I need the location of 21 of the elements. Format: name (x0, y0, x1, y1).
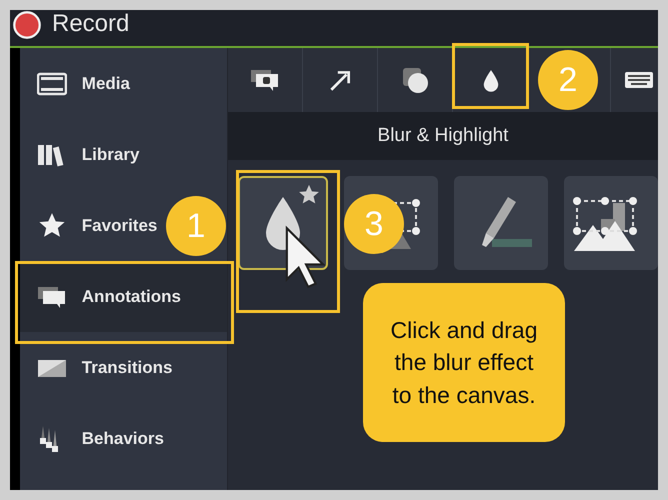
sidebar-item[interactable]: Library (20, 119, 140, 190)
sidebar-item[interactable]: Annotations (20, 261, 227, 332)
sidebar-item[interactable]: Favorites (20, 190, 158, 261)
panel-title: Blur & Highlight (378, 125, 508, 147)
shapes-icon[interactable] (401, 66, 429, 94)
effect-tile[interactable] (564, 176, 658, 270)
speech-bubble-icon (36, 284, 67, 308)
sidebar-item[interactable]: Media (20, 48, 130, 119)
star-icon (38, 212, 66, 240)
tip-text: Click and drag the blur effect to the canvas. (389, 316, 539, 410)
film-icon (36, 72, 67, 96)
record-label[interactable]: Record (52, 10, 130, 38)
sidebar-item[interactable]: Transitions (20, 332, 172, 403)
effect-tile[interactable] (454, 176, 548, 270)
keyboard-icon[interactable] (624, 70, 654, 90)
speech-bubble-icon[interactable] (250, 68, 280, 92)
sidebar-item[interactable]: Behaviors (20, 403, 164, 474)
record-icon[interactable] (12, 10, 42, 40)
cursor-icon (283, 225, 327, 289)
star-icon (298, 184, 320, 206)
drop-icon[interactable] (482, 68, 500, 92)
